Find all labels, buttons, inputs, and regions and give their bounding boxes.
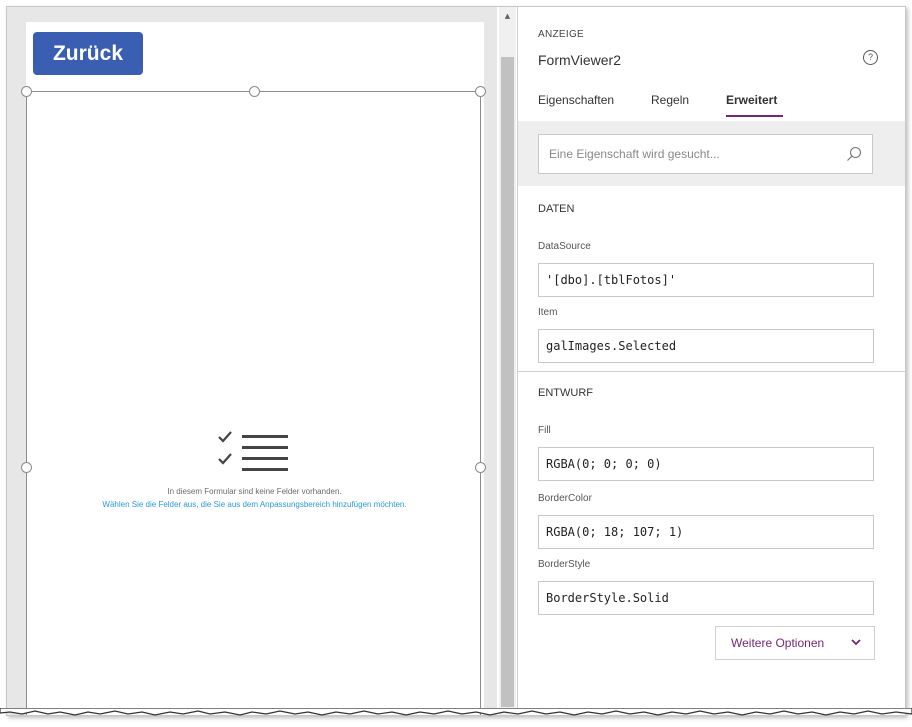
property-label-datasource: DataSource xyxy=(538,241,591,252)
resize-handle-top-center[interactable] xyxy=(249,86,260,97)
empty-form-message: In diesem Formular sind keine Felder vor… xyxy=(167,487,342,496)
property-label-borderstyle: BorderStyle xyxy=(538,559,591,570)
panel-title: FormViewer2 xyxy=(538,52,621,68)
section-divider xyxy=(518,371,905,372)
properties-panel: ANZEIGE FormViewer2 ? Eigenschaften Rege… xyxy=(517,7,905,715)
scroll-thumb[interactable] xyxy=(501,57,514,707)
form-viewer[interactable]: In diesem Formular sind keine Felder vor… xyxy=(21,86,486,715)
design-canvas: Zurück In diesem Formular sind keine Fel… xyxy=(7,7,497,715)
back-button[interactable]: Zurück xyxy=(33,32,143,75)
screenshot-frame: Zurück In diesem Formular sind keine Fel… xyxy=(6,6,906,716)
resize-handle-top-right[interactable] xyxy=(475,86,486,97)
property-search-input[interactable] xyxy=(549,135,839,173)
canvas-scrollbar[interactable]: ▲ xyxy=(499,7,516,715)
resize-handle-middle-right[interactable] xyxy=(475,462,486,473)
property-label-fill: Fill xyxy=(538,425,551,436)
question-icon[interactable]: ? xyxy=(863,50,878,65)
section-heading-entwurf: ENTWURF xyxy=(538,387,593,399)
torn-paper-edge xyxy=(0,708,912,716)
tab-erweitert[interactable]: Erweitert xyxy=(726,93,777,107)
property-field-bordercolor[interactable]: RGBA(0; 18; 107; 1) xyxy=(538,515,874,549)
resize-handle-middle-left[interactable] xyxy=(21,462,32,473)
tab-eigenschaften[interactable]: Eigenschaften xyxy=(538,93,614,107)
property-search-box xyxy=(538,134,873,174)
scroll-up-arrow-icon[interactable]: ▲ xyxy=(499,11,516,21)
app-screen: Zurück In diesem Formular sind keine Fel… xyxy=(21,22,486,715)
more-options-button[interactable]: Weitere Optionen xyxy=(715,626,875,660)
property-field-datasource[interactable]: '[dbo].[tblFotos]' xyxy=(538,263,874,297)
active-tab-indicator xyxy=(726,115,783,117)
section-heading-daten: DATEN xyxy=(538,203,575,215)
empty-form-link[interactable]: Wählen Sie die Felder aus, die Sie aus d… xyxy=(27,500,482,509)
resize-handle-top-left[interactable] xyxy=(21,86,32,97)
more-options-label: Weitere Optionen xyxy=(731,636,825,650)
property-field-item[interactable]: galImages.Selected xyxy=(538,329,874,363)
checklist-icon xyxy=(218,431,288,471)
tab-regeln[interactable]: Regeln xyxy=(651,93,689,107)
property-label-bordercolor: BorderColor xyxy=(538,493,592,504)
search-icon[interactable] xyxy=(846,146,862,162)
property-label-item: Item xyxy=(538,307,558,318)
property-field-fill[interactable]: RGBA(0; 0; 0; 0) xyxy=(538,447,874,481)
search-area xyxy=(518,121,905,186)
property-field-borderstyle[interactable]: BorderStyle.Solid xyxy=(538,581,874,615)
chevron-down-icon xyxy=(851,627,861,673)
panel-kicker: ANZEIGE xyxy=(538,29,584,40)
